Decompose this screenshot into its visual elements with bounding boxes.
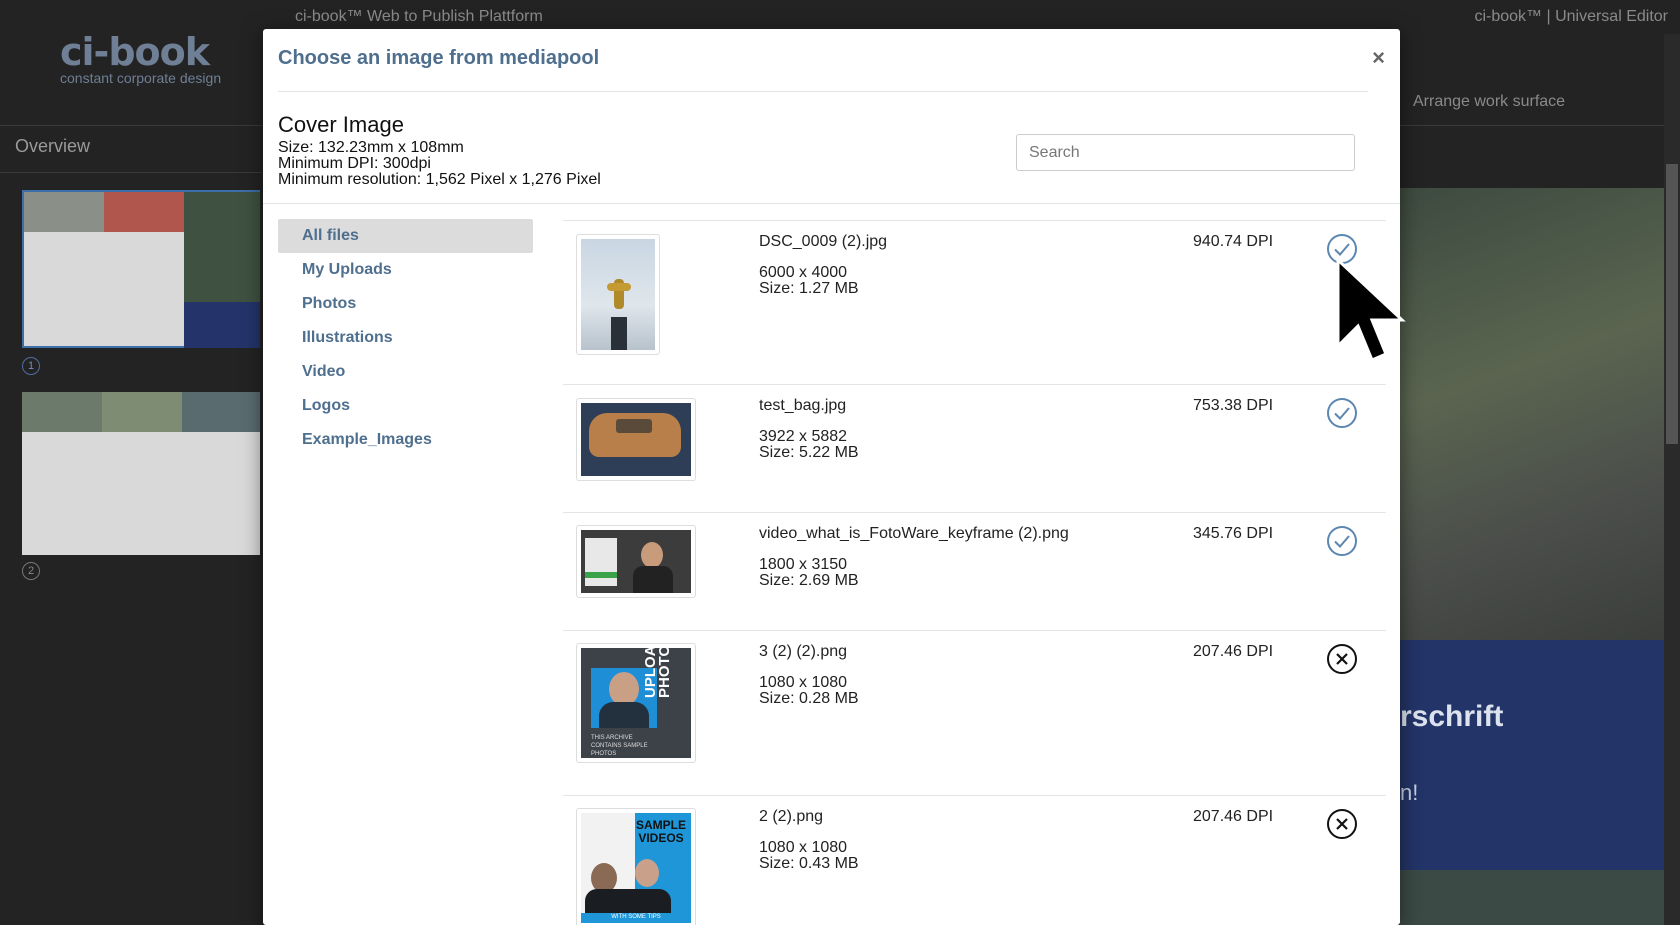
file-dpi: 207.46 DPI (1193, 643, 1274, 660)
statue-image (581, 239, 655, 350)
thumb-strip (102, 392, 182, 432)
thumb-strip (22, 392, 102, 432)
file-dpi: 753.38 DPI (1193, 397, 1274, 414)
sample-videos-image: SAMPLE VIDEOS WITH SOME TIPS (581, 813, 691, 923)
editor-title: ci-book™ | Universal Editor (1474, 8, 1668, 25)
file-thumbnail[interactable] (576, 234, 660, 355)
section-divider (263, 203, 1400, 204)
thumb-strip (24, 192, 104, 232)
nav-item-photos[interactable]: Photos (278, 287, 533, 321)
file-thumbnail[interactable]: UPLOAD PHOTOS THIS ARCHIVE CONTAINS SAMP… (576, 643, 696, 763)
thumb-strip (182, 392, 260, 432)
sidebar-divider (0, 172, 262, 173)
arrange-work-surface[interactable]: Arrange work surface (1413, 93, 1565, 111)
file-size: Size: 0.43 MB (759, 855, 859, 872)
nav-item-all-files[interactable]: All files (278, 219, 533, 253)
x-circle-icon[interactable] (1326, 643, 1358, 675)
nav-item-logos[interactable]: Logos (278, 389, 533, 423)
thumb-strip (104, 192, 184, 232)
thumb-strip (184, 192, 260, 302)
canvas-bottom-photo (1400, 870, 1680, 925)
thumb-vertical-text: UPLOAD PHOTOS (642, 648, 673, 698)
overview-label[interactable]: Overview (15, 136, 90, 157)
file-name: test_bag.jpg (759, 397, 847, 414)
nav-item-illustrations[interactable]: Illustrations (278, 321, 533, 355)
file-resolution: 1080 x 1080 (759, 839, 848, 856)
file-resolution: 6000 x 4000 (759, 264, 848, 281)
check-circle-icon[interactable] (1326, 397, 1358, 429)
nav-item-my-uploads[interactable]: My Uploads (278, 253, 533, 287)
file-resolution: 3922 x 5882 (759, 428, 848, 445)
file-size: Size: 1.27 MB (759, 280, 859, 297)
file-row[interactable]: DSC_0009 (2).jpg 6000 x 4000 Size: 1.27 … (563, 220, 1386, 384)
file-row[interactable]: UPLOAD PHOTOS THIS ARCHIVE CONTAINS SAMP… (563, 630, 1386, 795)
search-input[interactable] (1016, 134, 1355, 171)
close-icon[interactable]: × (1372, 45, 1385, 71)
file-resolution: 1080 x 1080 (759, 674, 848, 691)
file-dpi: 345.76 DPI (1193, 525, 1274, 542)
thumb-title-text: SAMPLE VIDEOS (635, 818, 686, 845)
category-nav: All files My Uploads Photos Illustration… (278, 219, 533, 457)
file-row[interactable]: test_bag.jpg 3922 x 5882 Size: 5.22 MB 7… (563, 384, 1386, 512)
file-size: Size: 2.69 MB (759, 572, 859, 589)
file-dpi: 940.74 DPI (1193, 233, 1274, 250)
page-number-1[interactable]: 1 (22, 357, 40, 375)
platform-title: ci-book™ Web to Publish Plattform (295, 8, 543, 25)
canvas-subtext: n! (1400, 780, 1419, 805)
thumb-caption: THIS ARCHIVE CONTAINS SAMPLE PHOTOS (591, 735, 648, 757)
file-row[interactable]: SAMPLE VIDEOS WITH SOME TIPS 2 (2).png 1… (563, 795, 1386, 925)
file-name: 2 (2).png (759, 808, 824, 825)
upload-photos-image: UPLOAD PHOTOS THIS ARCHIVE CONTAINS SAMP… (581, 648, 691, 758)
page-number-2[interactable]: 2 (22, 562, 40, 580)
spec-min-resolution: Minimum resolution: 1,562 Pixel x 1,276 … (278, 171, 601, 188)
thumb-strip (184, 302, 260, 348)
page-thumbnail-2[interactable] (22, 392, 260, 555)
file-thumbnail[interactable] (576, 525, 696, 598)
nav-item-example-images[interactable]: Example_Images (278, 423, 533, 457)
bag-image (581, 403, 691, 476)
file-name: 3 (2) (2).png (759, 643, 848, 660)
file-thumbnail[interactable]: SAMPLE VIDEOS WITH SOME TIPS (576, 808, 696, 925)
file-size: Size: 0.28 MB (759, 690, 859, 707)
file-list: DSC_0009 (2).jpg 6000 x 4000 Size: 1.27 … (563, 220, 1386, 925)
main-scrollbar[interactable] (1664, 34, 1680, 925)
check-circle-icon[interactable] (1326, 525, 1358, 557)
file-thumbnail[interactable] (576, 398, 696, 481)
nav-item-video[interactable]: Video (278, 355, 533, 389)
thumb-caption: WITH SOME TIPS (611, 914, 661, 920)
file-resolution: 1800 x 3150 (759, 556, 848, 573)
spec-title: Cover Image (278, 112, 404, 137)
ci-book-logo: ci-book constant corporate design (60, 30, 222, 86)
file-size: Size: 5.22 MB (759, 444, 859, 461)
page-thumbnail-1[interactable] (22, 190, 260, 348)
canvas-blue-panel (1400, 640, 1680, 870)
file-row[interactable]: video_what_is_FotoWare_keyframe (2).png … (563, 512, 1386, 630)
mediapool-modal: Choose an image from mediapool × Cover I… (263, 29, 1400, 925)
canvas-cover-photo[interactable] (1400, 188, 1680, 640)
scrollbar-thumb[interactable] (1666, 164, 1678, 444)
file-dpi: 207.46 DPI (1193, 808, 1274, 825)
canvas-heading: rschrift (1400, 700, 1504, 733)
file-name: video_what_is_FotoWare_keyframe (2).png (759, 525, 1069, 542)
mouse-cursor-icon (1336, 258, 1406, 362)
x-circle-icon[interactable] (1326, 808, 1358, 840)
file-name: DSC_0009 (2).jpg (759, 233, 888, 250)
modal-title: Choose an image from mediapool (278, 47, 600, 69)
modal-divider (278, 91, 1368, 92)
video-keyframe-image (581, 530, 691, 593)
